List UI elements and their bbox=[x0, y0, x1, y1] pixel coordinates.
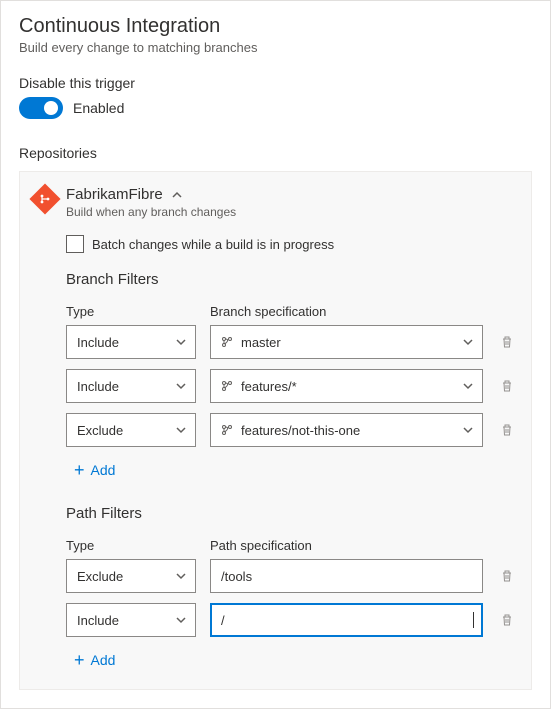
path-type-header: Type bbox=[66, 538, 196, 553]
disable-trigger-toggle[interactable] bbox=[19, 97, 63, 119]
path-type-select[interactable]: Exclude bbox=[66, 559, 196, 593]
plus-icon: + bbox=[74, 461, 85, 479]
path-spec-header: Path specification bbox=[210, 538, 483, 553]
branch-spec-value: master bbox=[241, 335, 454, 350]
path-spec-input[interactable]: / bbox=[210, 603, 483, 637]
add-path-filter-button[interactable]: + Add bbox=[74, 651, 517, 669]
toggle-state-label: Enabled bbox=[73, 100, 124, 116]
repo-subtitle: Build when any branch changes bbox=[66, 205, 236, 219]
delete-branch-filter-button[interactable] bbox=[497, 423, 517, 437]
branch-type-header: Type bbox=[66, 304, 196, 319]
chevron-down-icon bbox=[175, 614, 187, 626]
path-filters-section: Path Filters Type Path specification Exc… bbox=[66, 505, 517, 669]
repository-card: FabrikamFibre Build when any branch chan… bbox=[19, 171, 532, 690]
branch-spec-value: features/* bbox=[241, 379, 454, 394]
chevron-down-icon bbox=[175, 424, 187, 436]
path-type-select[interactable]: Include bbox=[66, 603, 196, 637]
branch-spec-input[interactable]: master bbox=[210, 325, 483, 359]
git-repo-icon bbox=[29, 183, 60, 214]
delete-branch-filter-button[interactable] bbox=[497, 335, 517, 349]
delete-path-filter-button[interactable] bbox=[497, 613, 517, 627]
path-filters-title: Path Filters bbox=[66, 505, 517, 522]
branch-type-select[interactable]: Include bbox=[66, 325, 196, 359]
batch-changes-checkbox[interactable] bbox=[66, 235, 84, 253]
branch-spec-input[interactable]: features/not-this-one bbox=[210, 413, 483, 447]
chevron-down-icon bbox=[175, 380, 187, 392]
batch-changes-label: Batch changes while a build is in progre… bbox=[92, 237, 334, 252]
branch-type-select[interactable]: Include bbox=[66, 369, 196, 403]
delete-path-filter-button[interactable] bbox=[497, 569, 517, 583]
branch-spec-header: Branch specification bbox=[210, 304, 483, 319]
plus-icon: + bbox=[74, 651, 85, 669]
chevron-down-icon bbox=[462, 336, 474, 348]
repositories-label: Repositories bbox=[19, 145, 532, 161]
add-branch-filter-button[interactable]: + Add bbox=[74, 461, 517, 479]
path-filter-row: Exclude /tools bbox=[66, 559, 517, 593]
branch-filter-row: Exclude features/not-this-one bbox=[66, 413, 517, 447]
toggle-knob bbox=[44, 101, 58, 115]
branch-icon bbox=[221, 380, 233, 392]
text-cursor bbox=[473, 612, 474, 628]
path-type-value: Include bbox=[77, 613, 119, 628]
disable-trigger-label: Disable this trigger bbox=[19, 75, 532, 91]
repo-expand-toggle[interactable]: FabrikamFibre bbox=[66, 186, 236, 203]
branch-filters-title: Branch Filters bbox=[66, 271, 517, 288]
branch-type-select[interactable]: Exclude bbox=[66, 413, 196, 447]
page-subtitle: Build every change to matching branches bbox=[19, 40, 532, 55]
add-path-label: Add bbox=[91, 652, 116, 668]
branch-spec-input[interactable]: features/* bbox=[210, 369, 483, 403]
branch-filter-row: Include features/* bbox=[66, 369, 517, 403]
chevron-down-icon bbox=[462, 380, 474, 392]
branch-type-value: Exclude bbox=[77, 423, 123, 438]
chevron-down-icon bbox=[175, 570, 187, 582]
path-type-value: Exclude bbox=[77, 569, 123, 584]
add-branch-label: Add bbox=[91, 462, 116, 478]
path-spec-value: /tools bbox=[221, 569, 474, 584]
path-spec-value: / bbox=[221, 613, 469, 628]
branch-icon bbox=[221, 424, 233, 436]
delete-branch-filter-button[interactable] bbox=[497, 379, 517, 393]
chevron-down-icon bbox=[462, 424, 474, 436]
path-filter-row: Include / bbox=[66, 603, 517, 637]
branch-type-value: Include bbox=[77, 379, 119, 394]
chevron-down-icon bbox=[175, 336, 187, 348]
branch-filters-section: Branch Filters Type Branch specification… bbox=[66, 271, 517, 479]
repo-name: FabrikamFibre bbox=[66, 186, 163, 203]
branch-filter-row: Include master bbox=[66, 325, 517, 359]
chevron-up-icon bbox=[171, 189, 183, 201]
page-title: Continuous Integration bbox=[19, 15, 532, 38]
branch-type-value: Include bbox=[77, 335, 119, 350]
branch-spec-value: features/not-this-one bbox=[241, 423, 454, 438]
path-spec-input[interactable]: /tools bbox=[210, 559, 483, 593]
branch-icon bbox=[221, 336, 233, 348]
